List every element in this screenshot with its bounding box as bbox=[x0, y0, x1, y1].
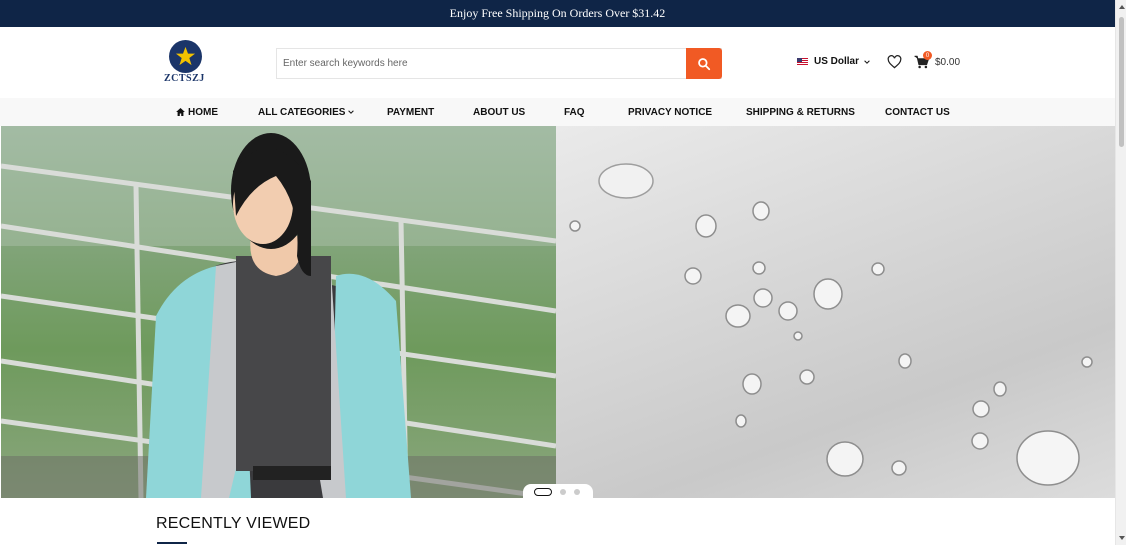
nav-home-label: HOME bbox=[188, 106, 218, 118]
site-header: ZCTSZJ US Dollar 0 $0.00 bbox=[0, 27, 1115, 98]
brand-logo[interactable]: ZCTSZJ bbox=[164, 40, 210, 86]
currency-label: US Dollar bbox=[814, 56, 860, 67]
search-button[interactable] bbox=[686, 48, 722, 79]
cart-button[interactable]: 0 $0.00 bbox=[914, 51, 961, 69]
recently-viewed-heading: RECENTLY VIEWED bbox=[156, 515, 311, 532]
nav-about-us-label: ABOUT US bbox=[473, 106, 526, 118]
heart-icon bbox=[887, 55, 902, 69]
wishlist-button[interactable] bbox=[887, 55, 902, 74]
nav-faq-label: FAQ bbox=[564, 106, 585, 118]
home-icon bbox=[176, 108, 185, 116]
nav-all-categories-label: ALL CATEGORIES bbox=[258, 106, 346, 118]
hero-image-woman-jacket bbox=[1, 126, 557, 498]
nav-contact-us-label: CONTACT US bbox=[885, 106, 950, 118]
promo-text: Enjoy Free Shipping On Orders Over $31.4… bbox=[449, 6, 666, 20]
scroll-up-icon[interactable] bbox=[1119, 5, 1125, 9]
slider-dot-3[interactable] bbox=[574, 489, 580, 495]
search-icon bbox=[698, 57, 711, 70]
brand-name: ZCTSZJ bbox=[164, 73, 205, 84]
nav-item-payment[interactable]: PAYMENT bbox=[387, 98, 434, 126]
nav-item-all-categories[interactable]: ALL CATEGORIES bbox=[258, 98, 358, 126]
star-logo-icon bbox=[169, 40, 202, 73]
nav-payment-label: PAYMENT bbox=[387, 106, 435, 118]
scroll-down-icon[interactable] bbox=[1119, 536, 1125, 540]
cart-count-badge: 0 bbox=[923, 51, 932, 60]
main-nav: HOME ALL CATEGORIES PAYMENT ABOUT US FAQ… bbox=[0, 98, 1115, 126]
nav-item-contact-us[interactable]: CONTACT US bbox=[885, 98, 950, 126]
nav-shipping-returns-label: SHIPPING & RETURNS bbox=[746, 106, 855, 118]
hero-banner[interactable] bbox=[1, 126, 1115, 498]
nav-item-shipping-returns[interactable]: SHIPPING & RETURNS bbox=[746, 98, 855, 126]
nav-privacy-notice-label: PRIVACY NOTICE bbox=[628, 106, 713, 118]
search-bar bbox=[276, 48, 722, 79]
nav-item-privacy-notice[interactable]: PRIVACY NOTICE bbox=[628, 98, 712, 126]
promo-bar: Enjoy Free Shipping On Orders Over $31.4… bbox=[0, 0, 1115, 27]
slider-dot-1[interactable] bbox=[534, 488, 552, 496]
chevron-down-icon bbox=[348, 110, 355, 114]
page-scrollbar[interactable] bbox=[1115, 0, 1126, 545]
search-input[interactable] bbox=[277, 49, 687, 78]
currency-selector[interactable]: US Dollar bbox=[797, 56, 871, 67]
slider-pagination bbox=[523, 484, 593, 498]
cart-total: $0.00 bbox=[935, 56, 961, 68]
slider-dot-2[interactable] bbox=[560, 489, 566, 495]
scroll-thumb[interactable] bbox=[1119, 17, 1124, 147]
us-flag-icon bbox=[797, 58, 808, 65]
heading-underline bbox=[157, 542, 187, 544]
nav-item-about-us[interactable]: ABOUT US bbox=[473, 98, 525, 126]
nav-item-faq[interactable]: FAQ bbox=[564, 98, 585, 126]
nav-item-home[interactable]: HOME bbox=[176, 98, 218, 126]
chevron-down-icon bbox=[864, 59, 870, 64]
hero-image-water-droplets bbox=[556, 126, 1115, 498]
